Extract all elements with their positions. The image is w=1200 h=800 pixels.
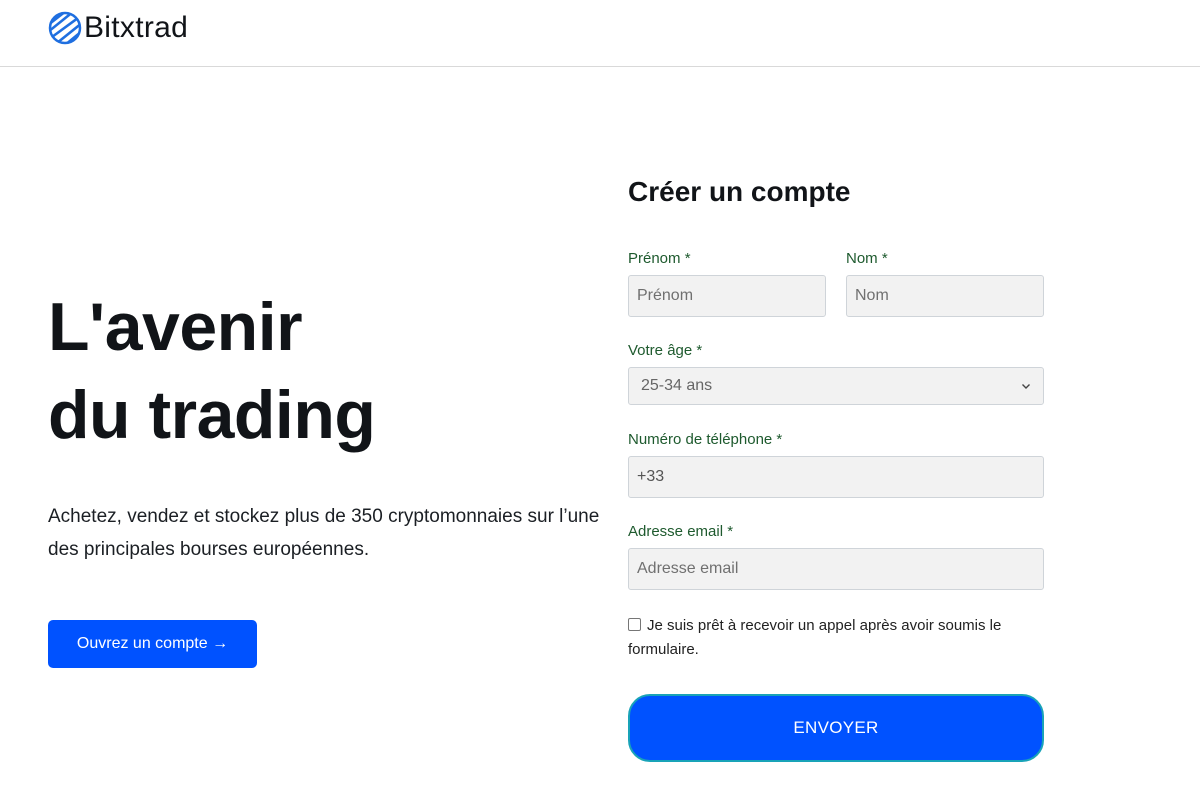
consent-row: Je suis prêt à recevoir un appel après a… [628, 614, 1048, 662]
hero-description: Achetez, vendez et stockez plus de 350 c… [48, 506, 600, 560]
brand-logo[interactable]: Bitxtrad [48, 10, 188, 46]
submit-button[interactable]: ENVOYER [628, 694, 1044, 762]
brand-name: Bitxtrad [84, 11, 189, 44]
phone-label: Numéro de téléphone * [628, 431, 783, 448]
hero-title-line-2: du trading [48, 377, 376, 453]
email-label: Adresse email * [628, 523, 734, 540]
age-select-value: 25-34 ans [641, 377, 713, 394]
globe-stripes-icon [48, 11, 82, 45]
consent-label: Je suis prêt à recevoir un appel après a… [628, 617, 1002, 658]
age-select[interactable]: 25-34 ans [628, 367, 1044, 405]
last-name-input[interactable] [846, 275, 1044, 317]
email-input[interactable] [628, 548, 1044, 590]
consent-checkbox[interactable] [628, 618, 641, 631]
site-header: Bitxtrad [0, 0, 1200, 67]
chevron-down-icon [1022, 384, 1030, 389]
last-name-label: Nom * [846, 250, 888, 267]
first-name-input[interactable] [628, 275, 826, 317]
phone-input[interactable] [628, 456, 1044, 498]
hero-title-line-1: L'avenir [48, 289, 303, 365]
hero-title: L'avenir du trading [48, 283, 376, 459]
age-label: Votre âge * [628, 342, 703, 359]
open-account-button[interactable]: Ouvrez un compte → [48, 620, 257, 668]
first-name-label: Prénom * [628, 250, 691, 267]
form-title: Créer un compte [628, 176, 851, 207]
